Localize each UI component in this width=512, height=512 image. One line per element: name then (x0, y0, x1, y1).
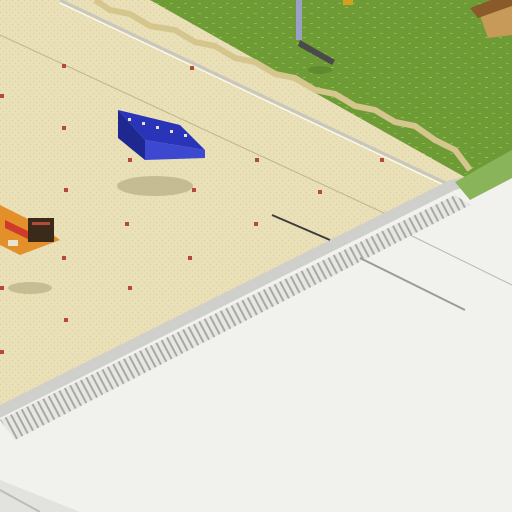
isometric-scene (0, 0, 512, 512)
game-viewport[interactable] (0, 0, 512, 512)
